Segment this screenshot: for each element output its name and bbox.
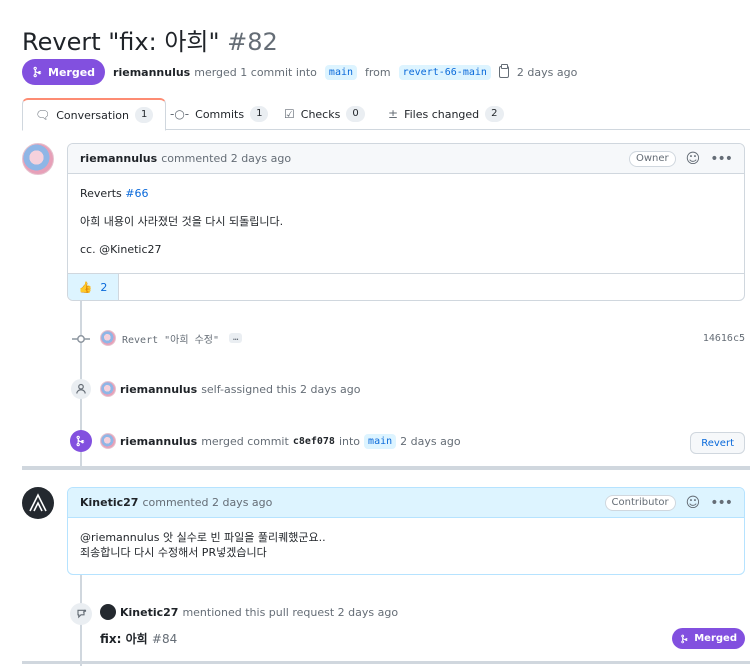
tab-counter: 2 (485, 106, 504, 122)
referenced-pr[interactable]: fix: 아희 #84 (100, 630, 177, 647)
comment-time[interactable]: commented 2 days ago (161, 152, 291, 165)
kinetic-logo-icon (29, 493, 47, 512)
tab-checks[interactable]: ☑ Checks 0 (284, 98, 365, 130)
contributor-badge: Contributor (604, 494, 676, 511)
commit-sha[interactable]: 14616c5 (703, 333, 745, 344)
comment-line: @riemannulus 앗 실수로 빈 파일을 풀리퀘했군요.. (80, 531, 326, 544)
revert-button[interactable]: Revert (690, 432, 745, 454)
avatar[interactable] (100, 330, 116, 346)
smiley-icon[interactable]: ☺ (686, 495, 701, 511)
merge-event: riemannulus merged commit c8ef078 into m… (100, 433, 461, 449)
diff-icon: ± (388, 107, 399, 121)
comment-author[interactable]: riemannulus (80, 152, 157, 165)
merge-commit-sha[interactable]: c8ef078 (293, 436, 335, 447)
reverts-text: Reverts (80, 187, 126, 200)
merge-text: merged 1 commit into (194, 65, 317, 79)
event-author[interactable]: riemannulus (120, 383, 197, 396)
state-label: Merged (48, 65, 96, 79)
avatar[interactable] (100, 433, 116, 449)
reactions-row: 👍 2 (68, 273, 744, 300)
event-time: 2 days ago (400, 434, 461, 448)
tab-commits[interactable]: -○- Commits 1 (170, 98, 269, 130)
tab-label: Conversation (56, 108, 129, 122)
person-icon (71, 379, 91, 399)
into-text: into (338, 434, 361, 448)
cross-reference-icon (70, 603, 92, 625)
owner-badge: Owner (628, 150, 676, 167)
comment-body: Reverts #66 아희 내용이 사라졌던 것을 다시 되돌립니다. cc.… (68, 174, 744, 267)
target-branch[interactable]: main (364, 433, 397, 449)
timeline-separator (22, 466, 750, 470)
comment-line: 죄송합니다 다시 수정해서 PR넣겠습니다 (80, 546, 267, 559)
commit-icon: -○- (170, 107, 190, 121)
tab-counter: 1 (134, 107, 154, 123)
comment-box: riemannulus commented 2 days ago Owner ☺… (67, 143, 745, 301)
comment-line: cc. @Kinetic27 (80, 243, 162, 256)
issue-link[interactable]: #66 (125, 187, 148, 200)
pr-number: #82 (227, 28, 278, 56)
kebab-menu-icon[interactable]: ••• (710, 495, 733, 511)
referenced-pr-number: #84 (151, 632, 178, 646)
event-text: self-assigned this 2 days ago (201, 382, 361, 396)
smiley-icon[interactable]: ☺ (686, 151, 701, 167)
merged-state-badge: Merged (672, 628, 745, 649)
assign-event: riemannulus self-assigned this 2 days ag… (100, 381, 360, 397)
tab-counter: 0 (346, 106, 365, 122)
thumbs-up-reaction[interactable]: 👍 2 (68, 274, 119, 300)
expand-button[interactable]: … (229, 333, 243, 343)
commit-event: Revert "아희 수정" … (100, 330, 243, 346)
base-branch[interactable]: main (324, 64, 358, 80)
kebab-menu-icon[interactable]: ••• (710, 151, 733, 167)
pr-title: Revert "fix: 아희" #82 (22, 22, 278, 57)
merged-state-badge: Merged (22, 59, 106, 85)
event-author[interactable]: Kinetic27 (120, 606, 178, 619)
event-author[interactable]: riemannulus (120, 435, 197, 448)
tab-label: Commits (195, 107, 245, 121)
tab-files-changed[interactable]: ± Files changed 2 (388, 98, 504, 130)
avatar[interactable] (100, 381, 116, 397)
head-branch[interactable]: revert-66-main (398, 64, 491, 80)
copy-icon[interactable] (498, 64, 509, 78)
avatar[interactable] (22, 487, 54, 519)
merge-event-icon (70, 430, 92, 452)
thumbs-up-icon: 👍 (78, 280, 93, 294)
commit-node-icon (72, 333, 90, 343)
merge-icon (681, 634, 689, 643)
checklist-icon: ☑ (284, 107, 295, 121)
comment-icon: 🗨 (35, 108, 51, 122)
comment-box: Kinetic27 commented 2 days ago Contribut… (67, 487, 745, 575)
pr-author-link[interactable]: riemannulus (113, 66, 190, 79)
referenced-pr-title[interactable]: fix: 아희 (100, 632, 148, 646)
from-text: from (365, 65, 391, 79)
comment-time[interactable]: commented 2 days ago (142, 496, 272, 509)
event-text: merged commit (201, 434, 289, 448)
commit-message[interactable]: Revert "아희 수정" (122, 331, 219, 346)
comment-line: 아희 내용이 사라졌던 것을 다시 되돌립니다. (80, 215, 284, 228)
mention-event: Kinetic27 mentioned this pull request 2 … (100, 604, 398, 620)
avatar[interactable] (22, 143, 54, 175)
timeline-separator (22, 661, 750, 664)
comment-header: Kinetic27 commented 2 days ago Contribut… (68, 488, 744, 518)
tab-counter: 1 (250, 106, 269, 122)
pr-time: 2 days ago (516, 65, 578, 79)
comment-body: @riemannulus 앗 실수로 빈 파일을 풀리퀘했군요.. 죄송합니다 … (68, 518, 744, 570)
reaction-count: 2 (100, 280, 108, 294)
merge-icon (33, 66, 42, 78)
comment-header: riemannulus commented 2 days ago Owner ☺… (68, 144, 744, 174)
pr-meta: Merged riemannulus merged 1 commit into … (22, 59, 577, 85)
state-label: Merged (694, 633, 737, 644)
tab-conversation[interactable]: 🗨 Conversation 1 (22, 98, 167, 131)
pr-tabs: 🗨 Conversation 1 -○- Commits 1 ☑ Checks … (22, 98, 750, 131)
tab-label: Files changed (404, 107, 480, 121)
avatar[interactable] (100, 604, 116, 620)
pr-title-text: Revert "fix: 아희" (22, 28, 220, 56)
comment-author[interactable]: Kinetic27 (80, 496, 138, 509)
event-text: mentioned this pull request 2 days ago (182, 605, 399, 619)
tab-label: Checks (300, 107, 341, 121)
